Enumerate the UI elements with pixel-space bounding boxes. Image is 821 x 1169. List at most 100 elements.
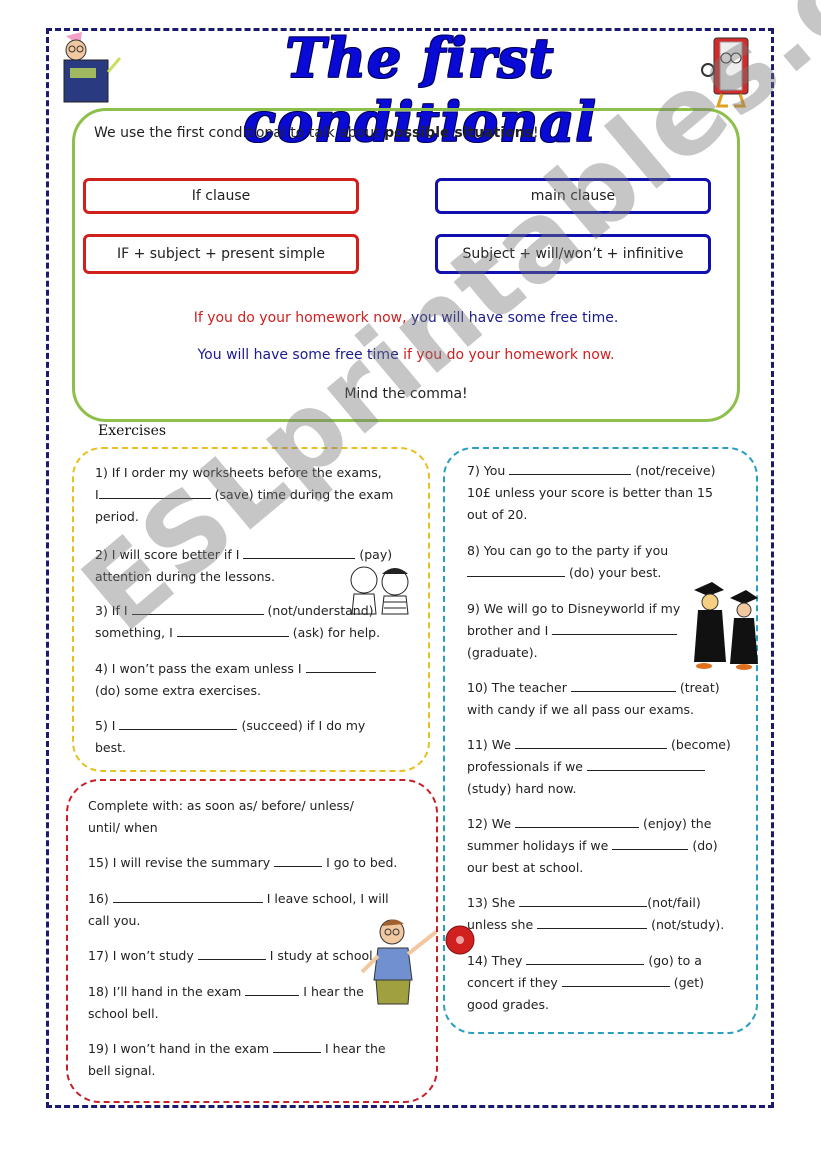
q2-text: 2) I will score better if I (95, 547, 240, 562)
graduates-clipart (694, 582, 758, 670)
q4-verb-hint: (do) some extra exercises. (95, 683, 261, 698)
q13-blank-2[interactable] (537, 914, 648, 929)
q19-blank[interactable] (273, 1038, 322, 1053)
question-16: 16) I leave school, I will call you. (88, 888, 389, 932)
q9-verb-hint: (graduate). (467, 645, 538, 660)
q18-text-2: I hear the (303, 984, 364, 999)
q14-line-c: good grades. (467, 997, 549, 1012)
mind-comma-note: Mind the comma! (344, 386, 468, 402)
intro-suffix: ! (533, 125, 539, 141)
linker-instruction: Complete with: as soon as/ before/ unles… (88, 795, 354, 839)
example1-main-part: you will have some free time. (406, 310, 619, 326)
question-5: 5) I (succeed) if I do my best. (95, 715, 365, 759)
question-18: 18) I’ll hand in the exam I hear the sch… (88, 981, 364, 1025)
teacher-english-sign-clipart (63, 32, 122, 103)
question-19: 19) I won’t hand in the exam I hear the … (88, 1038, 386, 1082)
question-7: 7) You (not/receive) 10£ unless your sco… (467, 460, 715, 526)
question-8: 8) You can go to the party if you (do) y… (467, 540, 668, 584)
q3-text-2: something, I (95, 625, 173, 640)
q9-blank[interactable] (552, 620, 678, 635)
q14-text-2: concert if they (467, 975, 558, 990)
example2-if-part: if you do your homework now. (403, 347, 615, 363)
intro-prefix: We use the first conditional to talk abo… (94, 125, 385, 141)
q5-blank[interactable] (119, 715, 238, 730)
question-4: 4) I won’t pass the exam unless I (do) s… (95, 658, 376, 702)
q12-text-2: summer holidays if we (467, 838, 609, 853)
q1-line-a: 1) If I order my worksheets before the e… (95, 465, 382, 480)
question-17: 17) I won’t study I study at school. (88, 945, 377, 967)
q18-blank[interactable] (245, 981, 300, 996)
question-10: 10) The teacher (treat) with candy if we… (467, 677, 720, 721)
q12-blank-2[interactable] (612, 835, 689, 850)
question-1: 1) If I order my worksheets before the e… (95, 462, 393, 528)
q16-blank[interactable] (112, 888, 263, 903)
q3-blank-1[interactable] (131, 600, 264, 615)
q18-line-b: school bell. (88, 1006, 159, 1021)
example-sentence-2: You will have some free time if you do y… (72, 347, 740, 363)
q7-verb-hint: (not/receive) (635, 463, 716, 478)
q3-blank-2[interactable] (176, 622, 289, 637)
q7-text: 7) You (467, 463, 506, 478)
q12-verb-hint-1: (enjoy) the (643, 816, 712, 831)
q3-verb-hint-2: (ask) for help. (292, 625, 381, 640)
q5-line-b: best. (95, 740, 127, 755)
q2-blank[interactable] (243, 544, 356, 559)
q1-blank[interactable] (98, 484, 211, 499)
q19-line-b: bell signal. (88, 1063, 156, 1078)
instruction-line-b: until/ when (88, 820, 158, 835)
q14-blank-2[interactable] (561, 972, 670, 987)
q7-line-c: out of 20. (467, 507, 528, 522)
q9-text-2: brother and I (467, 623, 549, 638)
q4-text: 4) I won’t pass the exam unless I (95, 661, 302, 676)
q12-line-c: our best at school. (467, 860, 584, 875)
q9-text: 9) We will go to Disneyworld if my (467, 601, 681, 616)
q3-verb-hint-1: (not/understand) (267, 603, 374, 618)
q11-verb-hint-2: (study) hard now. (467, 781, 577, 796)
q13-blank-1[interactable] (519, 892, 648, 907)
q1-line-c: period. (95, 509, 139, 524)
q5-text: 5) I (95, 718, 116, 733)
q5-verb-hint: (succeed) if I do my (241, 718, 366, 733)
q4-blank[interactable] (305, 658, 376, 673)
q14-blank-1[interactable] (526, 950, 645, 965)
if-clause-box: If clause (83, 178, 359, 214)
q8-text: 8) You can go to the party if you (467, 543, 669, 558)
q13-text: 13) She (467, 895, 516, 910)
exercises-heading: Exercises (98, 423, 167, 439)
question-3: 3) If I (not/understand) something, I (a… (95, 600, 380, 644)
teacher-alarm-clipart (360, 919, 475, 1005)
q17-text: 17) I won’t study (88, 948, 194, 963)
instruction-line-a: Complete with: as soon as/ before/ unles… (88, 798, 354, 813)
if-clause-formula-box: IF + subject + present simple (83, 234, 359, 274)
q19-text: 19) I won’t hand in the exam (88, 1041, 270, 1056)
q16-text: 16) (88, 891, 109, 906)
q12-text: 12) We (467, 816, 512, 831)
q16-line-b: call you. (88, 913, 141, 928)
q13-verb-hint-2: (not/study). (651, 917, 725, 932)
q10-blank[interactable] (570, 677, 676, 692)
question-15: 15) I will revise the summary I go to be… (88, 852, 397, 874)
main-clause-box: main clause (435, 178, 711, 214)
q11-blank-2[interactable] (586, 756, 705, 771)
intro-text: We use the first conditional to talk abo… (94, 125, 539, 141)
intro-bold: possible situations (384, 125, 534, 141)
q15-text: 15) I will revise the summary (88, 855, 271, 870)
q11-text: 11) We (467, 737, 512, 752)
q11-blank-1[interactable] (515, 734, 668, 749)
q8-blank[interactable] (467, 562, 565, 577)
q18-text: 18) I’ll hand in the exam (88, 984, 242, 999)
book-character-clipart (701, 37, 749, 108)
q15-blank[interactable] (274, 852, 323, 867)
q17-blank[interactable] (197, 945, 266, 960)
question-13: 13) She (not/fail) unless she (not/study… (467, 892, 724, 936)
example1-if-part: If you do your homework now, (193, 310, 407, 326)
q12-blank-1[interactable] (515, 813, 640, 828)
q7-blank[interactable] (509, 460, 632, 475)
q7-line-b: 10£ unless your score is better than 15 (467, 485, 713, 500)
q10-text: 10) The teacher (467, 680, 567, 695)
question-14: 14) They (go) to a concert if they (get)… (467, 950, 704, 1016)
q8-verb-hint: (do) your best. (568, 565, 662, 580)
q12-verb-hint-2: (do) (692, 838, 718, 853)
q14-verb-hint-1: (go) to a (648, 953, 702, 968)
question-9: 9) We will go to Disneyworld if my broth… (467, 598, 680, 664)
